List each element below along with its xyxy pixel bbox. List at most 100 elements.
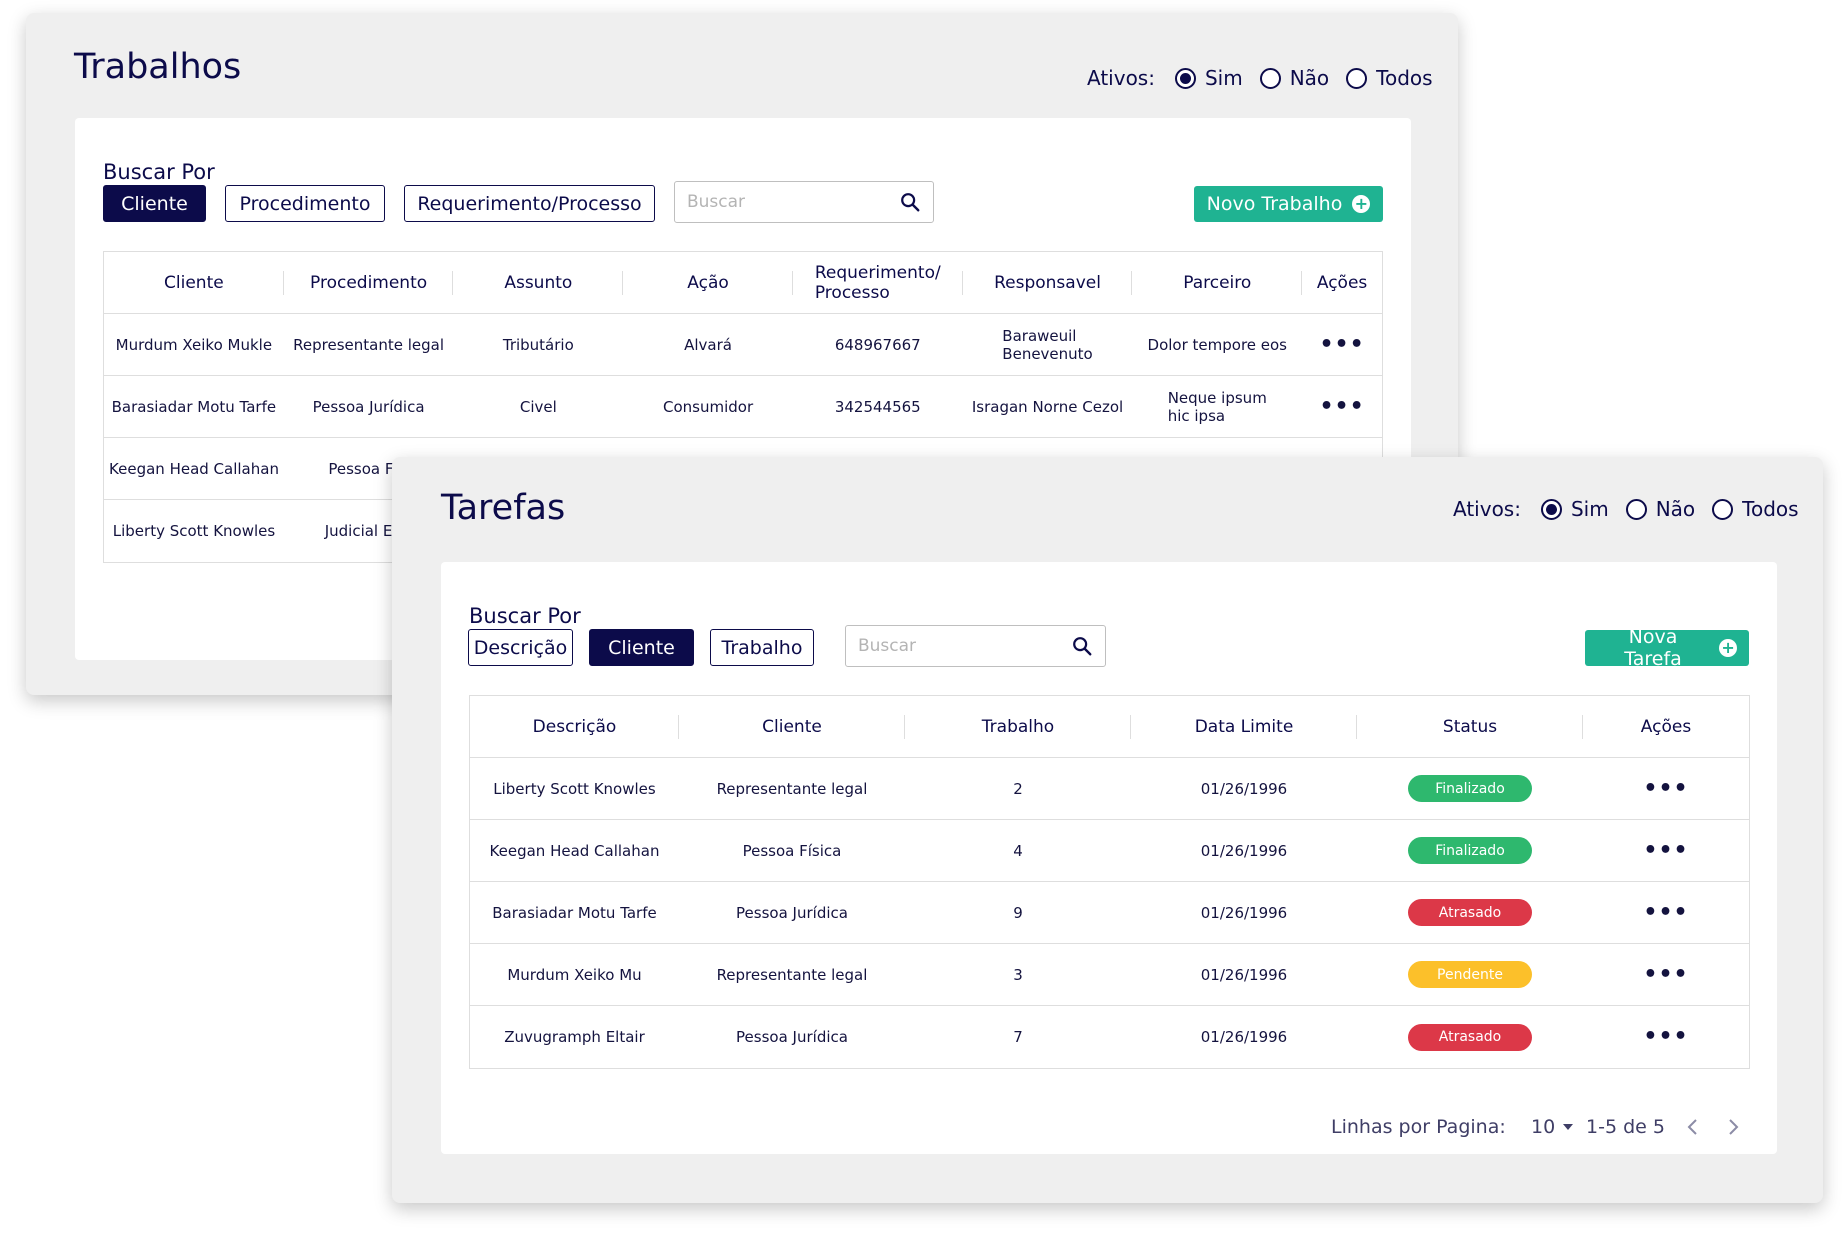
filter-trabalho-button[interactable]: Trabalho — [710, 629, 814, 666]
filter-requerimento-button[interactable]: Requerimento/Processo — [404, 185, 655, 222]
novo-trabalho-button[interactable]: Novo Trabalho + — [1194, 186, 1383, 222]
pagination: Linhas por Pagina: 10 1-5 de 5 — [441, 1107, 1777, 1147]
cell-trabalho: 7 — [1013, 1028, 1023, 1046]
cell-descricao: Keegan Head Callahan — [489, 841, 660, 860]
more-horizontal-icon[interactable]: ••• — [1643, 963, 1688, 985]
actions-cell: ••• — [1583, 1006, 1749, 1068]
radio-sim[interactable]: Sim — [1540, 497, 1609, 521]
cell-procedimento: Representante legal — [293, 335, 445, 354]
filter-cliente-button[interactable]: Cliente — [103, 185, 206, 222]
radio-checked-icon — [1540, 498, 1562, 520]
cell-status: Finalizado — [1357, 758, 1583, 819]
radio-label: Todos — [1376, 66, 1433, 90]
rows-per-page-select[interactable]: 10 — [1531, 1116, 1574, 1138]
novo-trabalho-label: Novo Trabalho — [1206, 193, 1343, 215]
plus-circle-icon: + — [1352, 195, 1371, 213]
col-cliente: Cliente — [679, 696, 905, 757]
table-row[interactable]: Keegan Head Callahan Pessoa Física 4 01/… — [470, 820, 1749, 882]
more-horizontal-icon[interactable]: ••• — [1319, 333, 1364, 355]
filter-descricao-button[interactable]: Descrição — [468, 629, 573, 666]
ativos-filter: Ativos: Sim Não Todos — [1087, 63, 1433, 93]
filter-procedimento-button[interactable]: Procedimento — [225, 185, 385, 222]
cell-cliente: Pessoa Jurídica — [736, 903, 848, 922]
col-acoes: Ações — [1316, 272, 1368, 293]
cell-requerimento: 648967667 — [834, 335, 921, 354]
cell-data-limite: 01/26/1996 — [1200, 965, 1288, 984]
table-row[interactable]: Murdum Xeiko Mu Representante legal 3 01… — [470, 944, 1749, 1006]
more-horizontal-icon[interactable]: ••• — [1643, 901, 1688, 923]
radio-unchecked-icon — [1712, 498, 1734, 520]
ativos-filter: Ativos: Sim Não Todos — [1453, 494, 1799, 524]
col-acao: Ação — [623, 252, 793, 313]
table-row[interactable]: Barasiadar Motu Tarfe Pessoa Jurídica 9 … — [470, 882, 1749, 944]
radio-label: Todos — [1742, 497, 1799, 521]
search-icon[interactable] — [899, 191, 921, 213]
table-row[interactable]: Murdum Xeiko Mukle Representante legal T… — [104, 314, 1382, 376]
radio-unchecked-icon — [1259, 67, 1281, 89]
radio-label: Não — [1655, 497, 1696, 521]
more-horizontal-icon[interactable]: ••• — [1643, 777, 1688, 799]
table-row[interactable]: Zuvugramph Eltair Pessoa Jurídica 7 01/2… — [470, 1006, 1749, 1068]
col-assunto: Assunto — [453, 252, 623, 313]
cell-cliente: Representante legal — [716, 779, 868, 798]
table-row[interactable]: Liberty Scott Knowles Representante lega… — [470, 758, 1749, 820]
search-input[interactable] — [858, 636, 1071, 656]
table-row[interactable]: Barasiadar Motu Tarfe Pessoa Jurídica Ci… — [104, 376, 1382, 438]
cell-status: Pendente — [1357, 944, 1583, 1005]
chevron-right-icon[interactable] — [1721, 1115, 1745, 1139]
cell-parceiro: Dolor tempore eos — [1147, 335, 1287, 354]
radio-checked-icon — [1174, 67, 1196, 89]
ativos-label: Ativos: — [1453, 497, 1521, 521]
cell-cliente: Liberty Scott Knowles — [112, 522, 276, 540]
cell-status: Finalizado — [1357, 820, 1583, 881]
cell-assunto: Tributário — [502, 335, 574, 354]
search-box — [845, 625, 1106, 667]
actions-cell: ••• — [1583, 882, 1749, 943]
actions-cell: ••• — [1583, 944, 1749, 1005]
cell-cliente: Pessoa Física — [742, 841, 842, 860]
radio-nao[interactable]: Não — [1625, 497, 1696, 521]
search-heading: Buscar Por — [103, 160, 215, 184]
table-header: Descrição Cliente Trabalho Data Limite S… — [470, 696, 1749, 758]
col-parceiro: Parceiro — [1132, 252, 1302, 313]
chevron-left-icon[interactable] — [1681, 1115, 1705, 1139]
rows-per-page-label: Linhas por Pagina: — [1331, 1116, 1506, 1138]
col-acoes: Ações — [1640, 716, 1692, 737]
status-badge: Finalizado — [1408, 775, 1532, 802]
cell-data-limite: 01/26/1996 — [1200, 779, 1288, 798]
more-horizontal-icon[interactable]: ••• — [1643, 1026, 1688, 1048]
actions-cell: ••• — [1302, 314, 1382, 375]
radio-label: Sim — [1570, 497, 1609, 521]
tarefas-card: Buscar Por Descrição Cliente Trabalho No… — [441, 562, 1777, 1154]
rows-per-page-value: 10 — [1531, 1116, 1556, 1138]
col-descricao: Descrição — [470, 696, 679, 757]
cell-data-limite: 01/26/1996 — [1200, 903, 1288, 922]
radio-todos[interactable]: Todos — [1712, 497, 1799, 521]
radio-sim[interactable]: Sim — [1174, 66, 1243, 90]
radio-nao[interactable]: Não — [1259, 66, 1329, 90]
cell-cliente: Representante legal — [716, 965, 868, 984]
page-range: 1-5 de 5 — [1586, 1116, 1665, 1138]
radio-todos[interactable]: Todos — [1346, 66, 1433, 90]
status-badge: Atrasado — [1408, 899, 1532, 926]
table-header: Cliente Procedimento Assunto Ação Requer… — [104, 252, 1382, 314]
col-procedimento: Procedimento — [284, 252, 454, 313]
cell-trabalho: 2 — [1013, 779, 1023, 798]
radio-unchecked-icon — [1346, 67, 1368, 89]
filter-cliente-button[interactable]: Cliente — [589, 629, 694, 666]
more-horizontal-icon[interactable]: ••• — [1643, 839, 1688, 861]
nova-tarefa-button[interactable]: Nova Tarefa + — [1585, 626, 1749, 670]
actions-cell: ••• — [1583, 758, 1749, 819]
col-status: Status — [1357, 696, 1583, 757]
tarefas-panel: Tarefas Ativos: Sim Não Todos Buscar Por… — [392, 457, 1823, 1203]
cell-descricao: Zuvugramph Eltair — [504, 1028, 645, 1046]
search-icon[interactable] — [1071, 635, 1093, 657]
more-horizontal-icon[interactable]: ••• — [1319, 395, 1364, 417]
caret-down-icon — [1563, 1124, 1574, 1130]
search-input[interactable] — [687, 192, 899, 212]
ativos-label: Ativos: — [1087, 66, 1155, 90]
cell-status: Atrasado — [1357, 1006, 1583, 1068]
actions-cell: ••• — [1583, 820, 1749, 881]
col-cliente: Cliente — [104, 252, 284, 313]
cell-assunto: Civel — [519, 397, 557, 416]
